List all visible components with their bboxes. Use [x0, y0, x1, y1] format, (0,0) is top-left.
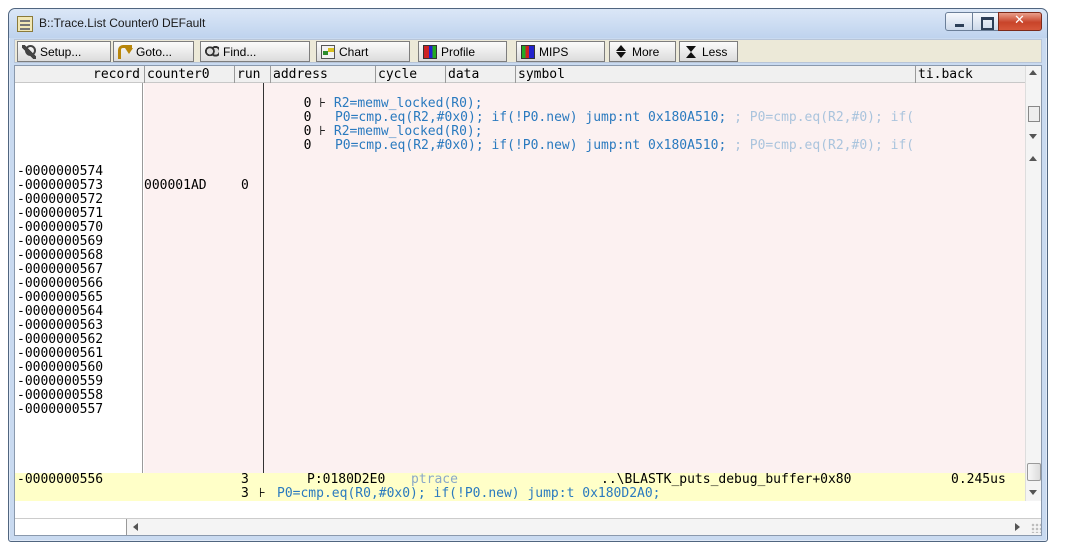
list-item[interactable]: 0 ⊦ R2=memw_locked(R0);	[241, 111, 483, 139]
chart-button[interactable]: Chart	[316, 41, 410, 62]
comment-text: ; P0=cmp.eq(R2,#0); if(	[726, 138, 915, 153]
record-number[interactable]: -0000000562	[17, 333, 103, 347]
less-label: Less	[702, 44, 728, 59]
record-number[interactable]: -0000000572	[17, 193, 103, 207]
trace-list-pane[interactable]: record counter0 run address cycle data s…	[14, 65, 1042, 536]
list-item[interactable]: 0 ⊦ R2=memw_locked(R0);	[241, 83, 483, 111]
run-value: 3	[241, 472, 249, 487]
record-number[interactable]: -0000000558	[17, 389, 103, 403]
trace-rows: 0 ⊦ R2=memw_locked(R0); 0 P0=cmp.eq(R2,#…	[15, 83, 1027, 501]
minimize-button[interactable]	[945, 12, 973, 31]
scroll-up-icon[interactable]	[1029, 70, 1037, 75]
collapse-icon	[684, 45, 698, 59]
more-button[interactable]: More	[609, 41, 676, 62]
split-handle-icon[interactable]	[1028, 106, 1040, 122]
list-item[interactable]: 0 P0=cmp.eq(R2,#0x0); if(!P0.new) jump:n…	[241, 97, 915, 125]
scroll-right-icon[interactable]	[1015, 523, 1020, 531]
chart-icon	[321, 44, 335, 59]
record-number[interactable]: -0000000567	[17, 263, 103, 277]
record-number[interactable]: -0000000571	[17, 207, 103, 221]
cycle-value: ptrace	[411, 472, 458, 487]
record-number[interactable]: -0000000564	[17, 305, 103, 319]
record-number[interactable]: -0000000563	[17, 319, 103, 333]
title-bar[interactable]: B::Trace.List Counter0 DEFault ✕	[9, 9, 1047, 38]
record-number[interactable]: -0000000559	[17, 375, 103, 389]
goto-label: Goto...	[136, 44, 173, 59]
more-label: More	[632, 44, 660, 59]
record-number[interactable]: -0000000570	[17, 221, 103, 235]
scroll-left-icon[interactable]	[133, 523, 138, 531]
instruction-text: P0=cmp.eq(R2,#0x0); if(!P0.new) jump:nt …	[334, 138, 727, 153]
binoculars-icon	[205, 44, 219, 59]
scroll-up-icon[interactable]	[1029, 156, 1037, 161]
address-value: P:0180D2E0	[307, 472, 386, 487]
find-label: Find...	[223, 44, 257, 59]
record-column-scroll-area[interactable]	[15, 519, 127, 535]
scroll-down-icon[interactable]	[1029, 134, 1037, 139]
toolbar: Setup... Goto... Find... Chart Profile M…	[14, 39, 1042, 63]
record-number[interactable]: -0000000569	[17, 235, 103, 249]
setup-label: Setup...	[40, 44, 82, 59]
chart-label: Chart	[339, 44, 369, 59]
tiback-value: 0.245us	[951, 472, 1006, 487]
resize-grip-icon[interactable]	[1031, 523, 1041, 533]
record-number[interactable]: -0000000574	[17, 165, 103, 179]
counter0-value: 000001AD	[144, 178, 207, 193]
setup-button[interactable]: Setup...	[17, 41, 111, 62]
maximize-button[interactable]	[972, 12, 999, 31]
col-run[interactable]: run	[234, 66, 270, 83]
list-item[interactable]: 0 P0=cmp.eq(R2,#0x0); if(!P0.new) jump:n…	[241, 125, 915, 153]
less-button[interactable]: Less	[679, 41, 738, 62]
col-record[interactable]: record	[15, 66, 144, 83]
horizontal-scrollbar[interactable]	[15, 518, 1041, 535]
list-footer	[15, 501, 1041, 518]
close-icon: ✕	[1014, 13, 1025, 28]
mips-icon	[521, 44, 535, 59]
vertical-scrollbar[interactable]	[1025, 66, 1041, 501]
comment-text: ; P0=cmp.eq(R2,#0); if(	[726, 110, 915, 125]
profile-icon	[423, 44, 437, 59]
column-header: record counter0 run address cycle data s…	[15, 66, 1027, 83]
record-number[interactable]: -0000000565	[17, 291, 103, 305]
col-symbol[interactable]: symbol	[515, 66, 915, 83]
trace-list-window: B::Trace.List Counter0 DEFault ✕ Setup..…	[8, 8, 1048, 542]
mips-button[interactable]: MIPS	[516, 41, 605, 62]
find-button[interactable]: Find...	[200, 41, 310, 62]
record-number[interactable]: -0000000566	[17, 277, 103, 291]
col-address[interactable]: address	[270, 66, 375, 83]
record-number[interactable]: -0000000573	[17, 179, 103, 193]
run-value: 0	[241, 178, 249, 193]
col-tiback[interactable]: ti.back	[915, 66, 1027, 83]
record-number[interactable]: -0000000561	[17, 347, 103, 361]
goto-button[interactable]: Goto...	[113, 41, 194, 62]
col-counter0[interactable]: counter0	[144, 66, 234, 83]
mips-label: MIPS	[539, 44, 569, 59]
run-value: 3	[241, 486, 249, 501]
record-number[interactable]: -0000000568	[17, 249, 103, 263]
trace-window-icon	[17, 16, 33, 32]
wrench-icon	[22, 44, 36, 59]
col-cycle[interactable]: cycle	[375, 66, 445, 83]
instruction-text: P0=cmp.eq(R0,#0x0); if(!P0.new) jump:t 0…	[277, 486, 661, 501]
selected-table-row[interactable]: -0000000556 3 P:0180D2E0 ptrace ..\BLAST…	[15, 473, 1027, 501]
record-number[interactable]: -0000000560	[17, 361, 103, 375]
record-number[interactable]: -0000000557	[17, 403, 103, 417]
close-button[interactable]: ✕	[998, 12, 1042, 31]
record-number: -0000000556	[17, 472, 104, 487]
col-data[interactable]: data	[445, 66, 515, 83]
goto-arrow-icon	[118, 44, 133, 59]
expand-icon	[614, 44, 628, 59]
profile-label: Profile	[441, 44, 476, 59]
window-title: B::Trace.List Counter0 DEFault	[39, 16, 206, 30]
profile-button[interactable]: Profile	[418, 41, 507, 62]
symbol-value: ..\BLASTK_puts_debug_buffer+0x80	[601, 472, 852, 487]
scroll-down-icon[interactable]	[1029, 490, 1037, 495]
scrollbar-thumb[interactable]	[1027, 463, 1041, 481]
